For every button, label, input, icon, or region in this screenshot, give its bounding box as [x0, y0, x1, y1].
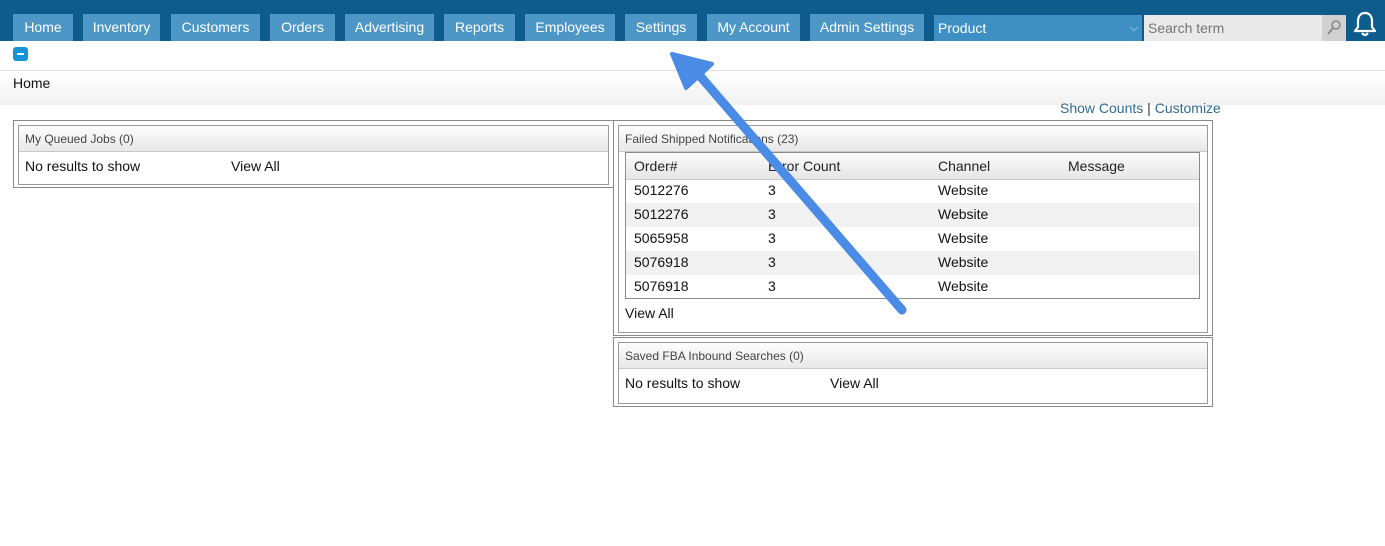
- tab-my-account[interactable]: My Account: [707, 14, 800, 41]
- search-button[interactable]: [1322, 15, 1346, 41]
- cell-order: 5076918: [634, 278, 689, 294]
- tab-reports[interactable]: Reports: [444, 14, 515, 41]
- table-row[interactable]: 5076918 3 Website: [626, 251, 1199, 275]
- cell-order: 5012276: [634, 206, 689, 222]
- cell-errors: 3: [768, 230, 776, 246]
- cell-order: 5076918: [634, 254, 689, 270]
- tab-admin-settings[interactable]: Admin Settings: [810, 14, 924, 41]
- table-row[interactable]: 5065958 3 Website: [626, 227, 1199, 251]
- show-counts-link[interactable]: Show Counts: [1060, 100, 1143, 116]
- collapse-minus-button[interactable]: [13, 47, 28, 61]
- cell-channel: Website: [938, 206, 989, 222]
- bell-icon: [1353, 11, 1377, 37]
- cell-errors: 3: [768, 254, 776, 270]
- failed-shipped-title: Failed Shipped Notifications (23): [619, 126, 1207, 152]
- cell-order: 5012276: [634, 182, 689, 198]
- table-row[interactable]: 5076918 3 Website: [626, 275, 1199, 299]
- cell-errors: 3: [768, 206, 776, 222]
- tab-home[interactable]: Home: [13, 14, 73, 41]
- search-input[interactable]: [1144, 15, 1322, 41]
- tab-inventory[interactable]: Inventory: [83, 14, 160, 41]
- queued-jobs-box: My Queued Jobs (0) No results to show Vi…: [18, 125, 609, 185]
- cell-errors: 3: [768, 278, 776, 294]
- tab-advertising[interactable]: Advertising: [345, 14, 434, 41]
- fba-inbound-view-all-link[interactable]: View All: [830, 375, 879, 391]
- tab-employees[interactable]: Employees: [525, 14, 615, 41]
- queued-jobs-view-all-link[interactable]: View All: [231, 158, 280, 174]
- column-error-count[interactable]: Error Count: [768, 158, 840, 174]
- queued-jobs-empty-text: No results to show: [25, 158, 141, 174]
- cell-order: 5065958: [634, 230, 689, 246]
- tab-settings[interactable]: Settings: [625, 14, 697, 41]
- breadcrumb: Home: [13, 75, 51, 91]
- magnifier-icon: [1327, 20, 1341, 35]
- failed-shipped-table: Order# Error Count Channel Message 50122…: [625, 152, 1200, 299]
- column-order[interactable]: Order#: [634, 158, 678, 174]
- notifications-button[interactable]: [1352, 10, 1378, 38]
- fba-inbound-empty-text: No results to show: [625, 375, 741, 391]
- customize-link[interactable]: Customize: [1155, 100, 1221, 116]
- fba-inbound-title: Saved FBA Inbound Searches (0): [619, 343, 1207, 369]
- table-row[interactable]: 5012276 3 Website: [626, 179, 1199, 203]
- cell-channel: Website: [938, 182, 989, 198]
- cell-channel: Website: [938, 254, 989, 270]
- cell-errors: 3: [768, 182, 776, 198]
- cell-channel: Website: [938, 278, 989, 294]
- chevron-down-icon: ⌵: [1129, 22, 1138, 34]
- queued-jobs-panel: My Queued Jobs (0) No results to show Vi…: [13, 120, 614, 188]
- failed-shipped-view-all-link[interactable]: View All: [625, 305, 674, 321]
- tab-orders[interactable]: Orders: [270, 14, 335, 41]
- cell-channel: Website: [938, 230, 989, 246]
- column-message[interactable]: Message: [1068, 158, 1125, 174]
- top-nav-bar: Home Inventory Customers Orders Advertis…: [0, 0, 1385, 41]
- dashboard-links: Show Counts | Customize: [1060, 100, 1221, 116]
- tab-customers[interactable]: Customers: [171, 14, 260, 41]
- table-row[interactable]: 5012276 3 Website: [626, 203, 1199, 227]
- fba-inbound-box: Saved FBA Inbound Searches (0) No result…: [618, 342, 1208, 404]
- link-separator: |: [1147, 100, 1151, 116]
- search-scope-value: Product: [938, 20, 987, 36]
- fba-inbound-panel: Saved FBA Inbound Searches (0) No result…: [613, 337, 1213, 407]
- queued-jobs-title: My Queued Jobs (0): [19, 126, 608, 152]
- search-scope-select[interactable]: Product ⌵: [934, 15, 1142, 41]
- table-header: Order# Error Count Channel Message: [626, 153, 1199, 180]
- column-channel[interactable]: Channel: [938, 158, 990, 174]
